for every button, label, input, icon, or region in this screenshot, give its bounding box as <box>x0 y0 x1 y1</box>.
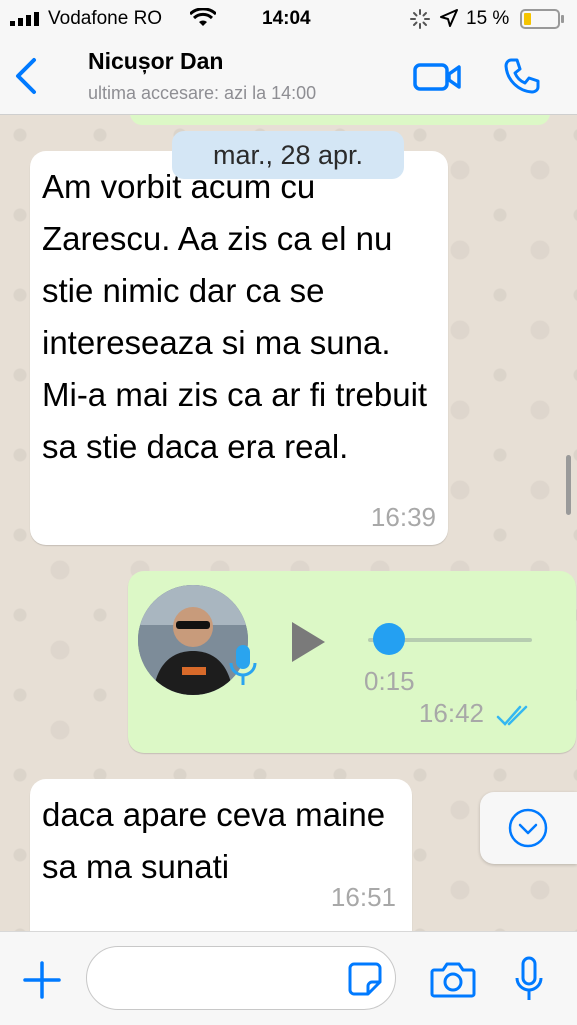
previous-message-bubble <box>130 115 550 125</box>
loading-icon <box>410 9 430 29</box>
last-seen-status: ultima accesare: azi la 14:00 <box>88 83 317 103</box>
message-time: 16:42 <box>418 698 484 728</box>
message-input-bar <box>0 931 577 1025</box>
double-check-icon <box>496 705 528 726</box>
message-time: 16:51 <box>330 882 396 912</box>
clock: 14:04 <box>262 8 311 29</box>
plus-icon[interactable] <box>22 960 62 1000</box>
message-text: Am vorbit acum cu Zarescu. Aa zis ca el … <box>42 168 428 465</box>
wifi-icon <box>190 8 216 26</box>
date-separator: mar., 28 apr. <box>172 131 404 179</box>
playback-slider-knob[interactable] <box>372 623 405 655</box>
camera-icon[interactable] <box>430 960 476 998</box>
carrier-name: Vodafone RO <box>48 8 163 29</box>
phone-call-icon[interactable] <box>502 56 542 96</box>
incoming-message-bubble[interactable]: Am vorbit acum cu Zarescu. Aa zis ca el … <box>30 151 448 545</box>
status-bar: Vodafone RO 14:04 15 % <box>0 0 577 40</box>
back-chevron-icon[interactable] <box>12 54 40 98</box>
message-time: 16:39 <box>370 502 436 532</box>
play-icon[interactable] <box>288 619 328 665</box>
outgoing-voice-message[interactable]: 0:15 16:42 <box>128 571 576 753</box>
signal-icon <box>10 12 39 26</box>
location-icon <box>440 9 458 27</box>
scroll-to-bottom-button[interactable] <box>480 792 577 864</box>
microphone-badge-icon <box>229 645 257 685</box>
contact-name[interactable]: Nicușor Dan <box>88 48 223 75</box>
chat-area[interactable]: Am vorbit acum cu Zarescu. Aa zis ca el … <box>0 115 577 931</box>
chevron-down-icon <box>508 808 548 848</box>
scrollbar[interactable] <box>566 455 571 515</box>
video-call-icon[interactable] <box>412 60 462 94</box>
microphone-icon[interactable] <box>514 956 544 1002</box>
voice-duration: 0:15 <box>364 666 415 696</box>
message-text: daca apare ceva maine sa ma sunati <box>42 796 386 885</box>
battery-percent: 15 % <box>466 8 510 29</box>
chat-header: Nicușor Dan ultima accesare: azi la 14:0… <box>0 40 577 115</box>
incoming-message-bubble[interactable]: daca apare ceva maine sa ma sunati 16:51 <box>30 779 412 931</box>
sticker-icon[interactable] <box>348 962 382 996</box>
battery-icon <box>520 9 564 29</box>
